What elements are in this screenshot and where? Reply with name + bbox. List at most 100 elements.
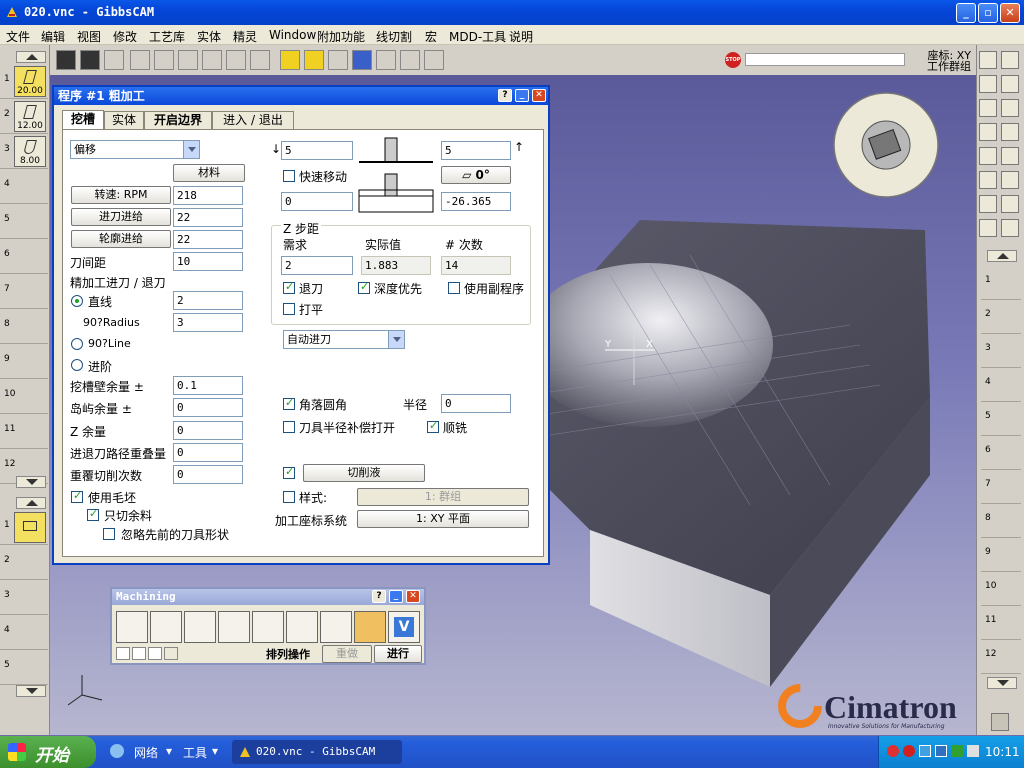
snap-point-icon[interactable] [154,50,174,70]
palette-close-button[interactable]: ✕ [406,590,420,603]
right-slot[interactable]: 6 [981,436,1021,470]
verify-icon[interactable]: V [388,611,420,643]
minimize-button[interactable]: _ [956,3,976,23]
delete-icon[interactable] [132,647,146,660]
top-z-input[interactable]: 5 [281,141,353,160]
menu-wizard[interactable]: 精灵 [233,28,257,45]
tab-solid[interactable]: 实体 [104,111,144,129]
pocket-process-icon[interactable] [14,512,46,543]
select-tool-icon[interactable] [56,50,76,70]
print-icon[interactable] [116,647,130,660]
menu-macro[interactable]: 宏 [425,28,437,45]
security-icon[interactable] [903,745,915,757]
right-slot[interactable]: 1 [981,266,1021,300]
drill-process-icon[interactable] [116,611,148,643]
volume-icon[interactable] [967,745,979,757]
monitor-icon[interactable] [919,745,931,757]
use-subprogram-checkbox[interactable] [448,282,460,294]
menu-addons[interactable]: 附加功能 [317,28,365,45]
corner-round-checkbox[interactable] [283,396,295,410]
dialog-help-button[interactable]: ? [498,89,512,102]
circles-icon[interactable] [250,50,270,70]
right-slot[interactable]: 8 [981,504,1021,538]
menu-file[interactable]: 文件 [6,28,30,45]
process-slot-3[interactable]: 3 [0,581,48,615]
document-icon[interactable] [979,51,997,69]
dimension-icon[interactable] [979,195,997,213]
right-slot[interactable]: 9 [981,538,1021,572]
material-button[interactable]: 材料 [173,164,245,182]
document-view-icon[interactable] [1001,51,1019,69]
curve-select-icon[interactable] [1001,99,1019,117]
end-mill-icon[interactable]: 12.00 [14,101,46,132]
solid-cube-icon[interactable] [304,50,324,70]
menu-edit[interactable]: 编辑 [41,28,65,45]
right-slot[interactable]: 12 [981,640,1021,674]
use-stock-checkbox[interactable] [71,489,83,503]
tool-slot-6[interactable]: 6 [0,240,48,274]
dropdown-arrow-icon[interactable]: ▾ [212,744,218,758]
feed-button[interactable]: 进刀进给 [71,208,171,226]
tool-list-scroll-down-button[interactable] [16,476,46,488]
line-input[interactable]: 2 [173,291,243,310]
grid-dots-icon[interactable] [178,50,198,70]
climb-mill-checkbox[interactable] [427,419,439,433]
menu-window[interactable]: Window [269,28,316,42]
rapid-move-checkbox[interactable] [283,170,295,182]
tab-pocket[interactable]: 挖槽 [62,110,104,129]
network-tray-icon[interactable] [935,745,947,757]
tab-open-boundary[interactable]: 开启边界 [144,111,212,129]
box-icon[interactable] [1001,147,1019,165]
eye-icon[interactable] [979,147,997,165]
ignore-prev-tool-checkbox[interactable] [103,528,115,540]
copy-op-icon[interactable] [148,647,162,660]
end-mill-icon[interactable]: 20.00 [14,66,46,97]
close-button[interactable]: ✕ [1000,3,1020,23]
face-process-icon[interactable] [218,611,250,643]
right-slot[interactable]: 3 [981,334,1021,368]
strategy-select[interactable]: 偏移 [70,140,200,159]
tool-slot-4[interactable]: 4 [0,170,48,204]
bottom-z-input[interactable]: 0 [281,192,353,211]
view-plane-icon[interactable] [376,50,396,70]
right-slot[interactable]: 11 [981,606,1021,640]
process-icon[interactable] [979,123,997,141]
menu-wire-edm[interactable]: 线切割 [376,28,412,45]
stop-icon[interactable]: STOP [725,52,741,68]
clock[interactable]: 10:11 [985,745,1020,759]
machining-cs-button[interactable]: 1: XY 平面 [357,510,529,528]
grid-icon[interactable] [130,50,150,70]
wall-stock-input[interactable]: 0.1 [173,376,243,395]
tool-list-scroll-up-button[interactable] [16,51,46,63]
right-list-scroll-up-button[interactable] [987,250,1017,262]
tool-slot-10[interactable]: 10 [0,380,48,414]
run-button[interactable]: 进行 [374,645,422,663]
tool-path-icon[interactable] [352,50,372,70]
stepover-input[interactable]: 10 [173,252,243,271]
pattern-icon[interactable] [1001,219,1019,237]
corner-radius-input[interactable]: 0 [441,394,511,413]
menu-mdd-tools[interactable]: MDD-工具 [449,28,506,45]
speed-button[interactable]: 转速: RPM [71,186,171,204]
menu-view[interactable]: 视图 [77,28,101,45]
tool-slot-5[interactable]: 5 [0,205,48,239]
snap-icon[interactable] [1001,195,1019,213]
contour-feed-input[interactable]: 22 [173,230,243,249]
cut-path-icon[interactable] [400,50,420,70]
right-slot[interactable]: 5 [981,402,1021,436]
crescent-icon[interactable] [226,50,246,70]
ball-mill-icon[interactable]: 8.00 [14,136,46,167]
style-checkbox[interactable] [283,491,295,503]
line90-radio[interactable] [71,338,83,350]
shield-icon[interactable] [951,745,963,757]
surface-rough-icon[interactable] [286,611,318,643]
entry-mode-select[interactable]: 自动进刀 [283,330,405,349]
retract-checkbox[interactable] [283,280,295,294]
menu-help[interactable]: 说明 [509,28,533,45]
tool-icon[interactable] [979,99,997,117]
sort-operations-label[interactable]: 排列操作 [266,646,310,662]
contour-feed-button[interactable]: 轮廓进给 [71,230,171,248]
cursor-icon[interactable] [280,50,300,70]
arrow-right-icon[interactable] [164,647,178,660]
depth-first-checkbox[interactable] [358,280,370,294]
